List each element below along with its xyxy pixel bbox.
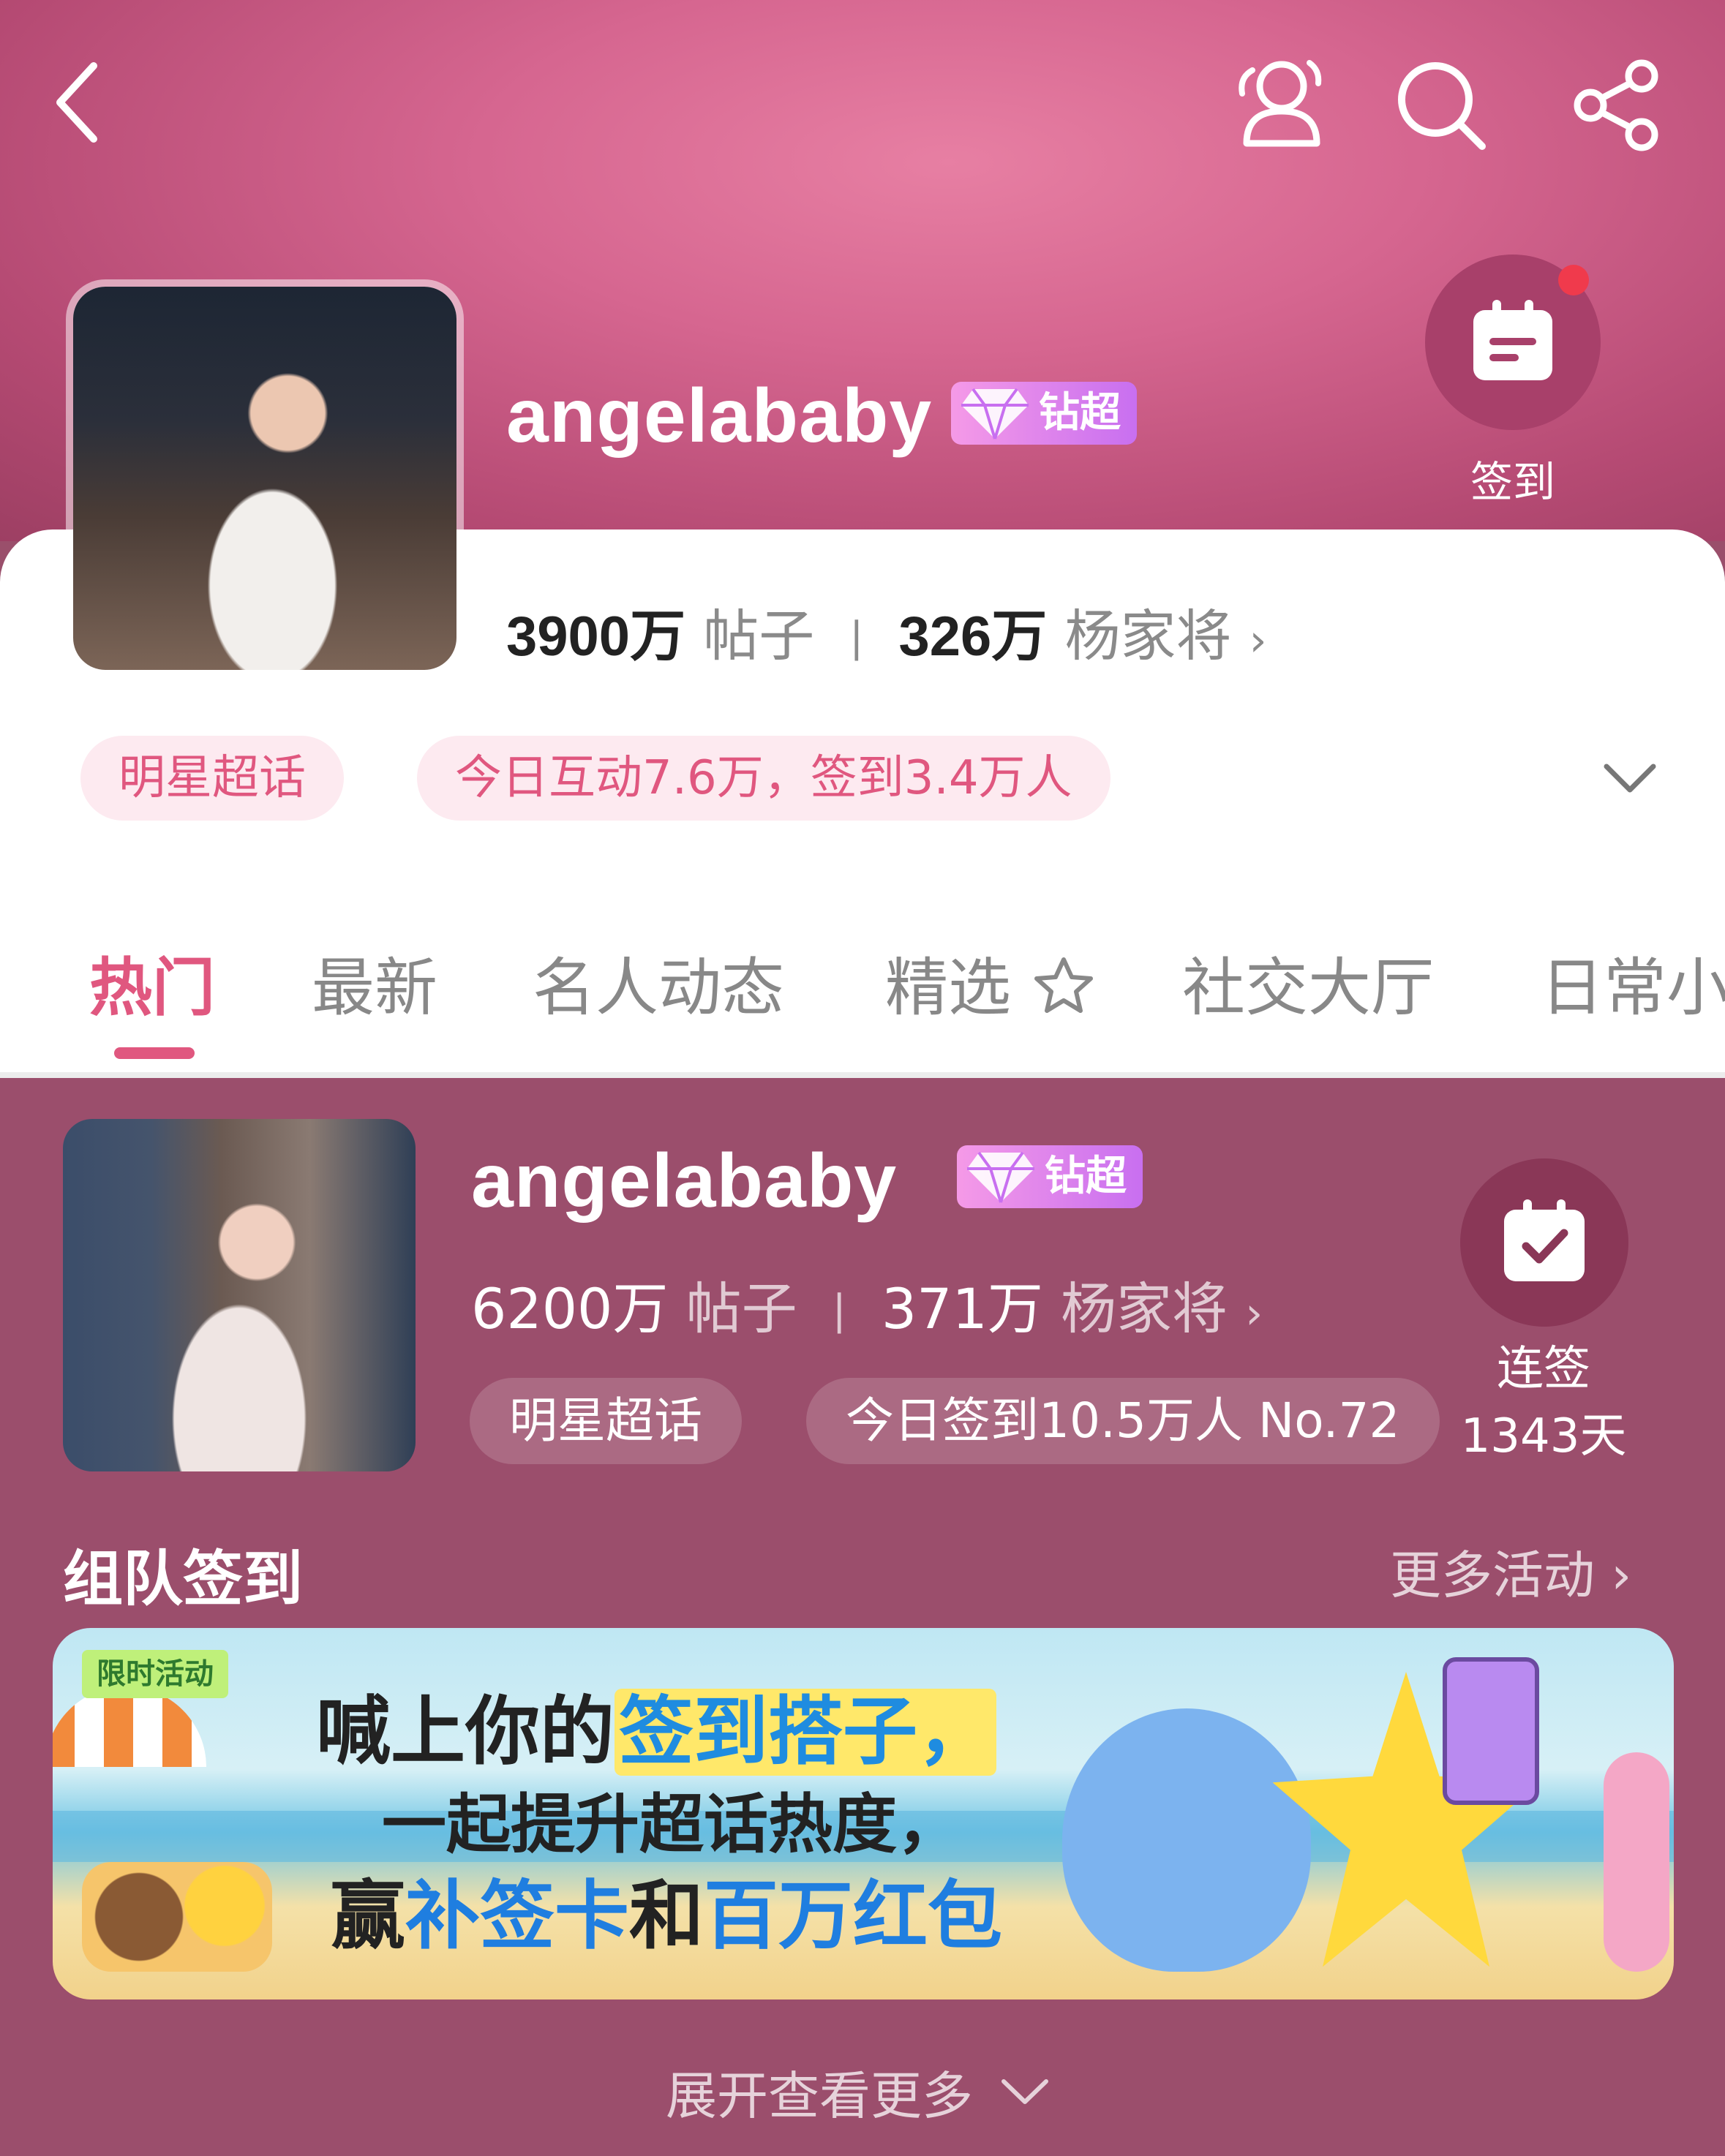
tab-featured-label: 精选 (885, 951, 1011, 1025)
surfboard-illustration (1604, 1752, 1669, 1972)
divider (0, 1072, 1725, 1078)
checkin-done-button[interactable] (1460, 1158, 1628, 1327)
signin-label: 签到 (1470, 457, 1555, 507)
category-tag[interactable]: 明星超话 (80, 736, 344, 821)
event-banner[interactable]: 限时活动 喊上你的签到搭子， 一起提升超话热度， 赢补签卡和百万红包 (53, 1628, 1674, 1999)
card-posts-label: 帖子 (685, 1276, 797, 1341)
section-title: 组队签到 (63, 1545, 304, 1614)
banner-line-3: 赢补签卡和百万红包 (331, 1856, 1002, 1964)
limited-event-tag: 限时活动 (82, 1650, 228, 1698)
expand-more-button[interactable]: 展开查看更多 (666, 2055, 1051, 2129)
card-checkin-tag[interactable]: 今日签到10.5万人 No.72 (806, 1378, 1440, 1464)
chevron-down-icon[interactable] (1602, 761, 1658, 797)
more-activities-link[interactable]: 更多活动 › (1390, 1534, 1631, 1608)
tab-active-indicator (114, 1047, 195, 1059)
banner-line-1a: 喊上你的 (316, 1689, 615, 1776)
notification-dot (1558, 265, 1589, 295)
stats-row[interactable]: 3900万 帖子 | 326万 杨家将 › (506, 591, 1267, 671)
card-stats-row[interactable]: 6200万 帖子 | 371万 杨家将 › (471, 1264, 1263, 1344)
tab-social-hall[interactable]: 社交大厅 (1182, 936, 1434, 1028)
share-icon[interactable] (1571, 57, 1666, 152)
badge-label: 钻超 (1039, 389, 1121, 437)
card-fans-label: 杨家将 (1061, 1276, 1228, 1341)
star-icon (1034, 957, 1094, 1013)
chevron-down-icon (1001, 2079, 1049, 2104)
chevron-right-icon: › (1611, 1545, 1632, 1605)
fans-count: 326万 (898, 606, 1048, 668)
fruit-illustration (82, 1862, 272, 1972)
tab-celebrity-news[interactable]: 名人动态 (533, 936, 784, 1028)
heart-mascot-illustration (1062, 1708, 1311, 1972)
card-fans-count: 371万 (881, 1276, 1043, 1341)
avatar[interactable] (73, 287, 456, 670)
avatar-image (73, 287, 456, 670)
tab-daily[interactable]: 日常小 (1541, 936, 1725, 1028)
posts-count: 3900万 (506, 606, 686, 668)
tab-featured[interactable]: 精选 (885, 936, 1097, 1028)
activity-tag[interactable]: 今日互动7.6万，签到3.4万人 (417, 736, 1110, 821)
card-avatar[interactable] (63, 1119, 416, 1471)
streak-label: 连签 (1497, 1342, 1590, 1396)
tab-latest[interactable]: 最新 (312, 936, 437, 1028)
diamond-icon (967, 1151, 1034, 1203)
stats-separator: | (849, 614, 864, 661)
card-stats-separator: | (832, 1286, 846, 1334)
search-icon[interactable] (1394, 59, 1489, 154)
expand-label: 展开查看更多 (666, 2066, 973, 2126)
diamond-icon (961, 388, 1029, 440)
diamond-badge[interactable]: 钻超 (951, 382, 1137, 445)
chevron-right-icon: › (1245, 1288, 1263, 1339)
card-diamond-badge[interactable]: 钻超 (957, 1145, 1143, 1208)
streak-info: 连签 1343天 (1434, 1335, 1653, 1470)
card-badge-label: 钻超 (1045, 1153, 1127, 1200)
banner-line-3a: 赢 (331, 1873, 405, 1960)
card-posts-count: 6200万 (471, 1276, 669, 1341)
friends-icon[interactable] (1230, 48, 1333, 151)
card-category-tag[interactable]: 明星超话 (470, 1378, 742, 1464)
more-activities-label: 更多活动 (1390, 1545, 1595, 1605)
banner-line-3d: 百万红包 (704, 1873, 1002, 1960)
banner-line-1: 喊上你的签到搭子， (316, 1672, 996, 1779)
streak-days: 1343天 (1460, 1409, 1627, 1463)
page-title: angelababy (506, 374, 933, 459)
chevron-right-icon: › (1249, 615, 1267, 666)
card-title: angelababy (471, 1139, 898, 1224)
banner-line-1b: 签到搭子， (615, 1689, 996, 1776)
banner-line-3c: 和 (629, 1873, 704, 1960)
tab-bar (0, 932, 1725, 1078)
phone-illustration (1443, 1657, 1539, 1805)
banner-line-3b: 补签卡 (405, 1873, 629, 1960)
posts-label: 帖子 (703, 603, 815, 668)
umbrella-illustration (53, 1686, 206, 1767)
back-arrow-icon[interactable] (48, 59, 107, 146)
fans-label: 杨家将 (1064, 603, 1232, 668)
tab-hot[interactable]: 热门 (89, 936, 215, 1028)
banner-line-2: 一起提升超话热度， (382, 1787, 962, 1862)
